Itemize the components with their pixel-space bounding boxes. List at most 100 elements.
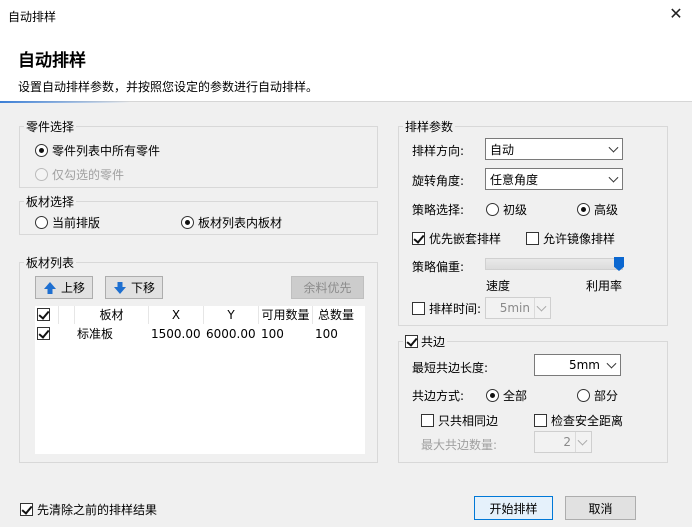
cancel-label: 取消: [588, 501, 613, 516]
cell-available: 100: [261, 327, 284, 341]
surplus-first-button[interactable]: 余料优先: [291, 276, 364, 299]
arrow-up-icon: [43, 281, 56, 294]
checkbox-indicator: [20, 503, 33, 516]
move-up-label: 上移: [60, 281, 85, 295]
min-length-select[interactable]: 5mm: [534, 354, 621, 376]
nesting-params-legend: 排样参数: [405, 120, 454, 134]
rotation-label: 旋转角度:: [412, 174, 465, 188]
direction-value: 自动: [490, 142, 515, 157]
radio-sheet-list[interactable]: 板材列表内板材: [181, 214, 282, 231]
table-row[interactable]: 标准板 1500.00 6000.00 100 100: [35, 325, 365, 343]
surplus-first-label: 余料优先: [303, 281, 352, 295]
radio-label: 仅勾选的零件: [52, 168, 125, 182]
header-checkbox-cell: [35, 306, 59, 324]
checkbox-indicator: [412, 302, 425, 315]
radio-all-parts[interactable]: 零件列表中所有零件: [35, 142, 160, 159]
radio-checked-parts[interactable]: 仅勾选的零件: [35, 166, 124, 183]
arrow-down-icon: [113, 281, 126, 294]
checkbox-label: 允许镜像排样: [543, 232, 616, 246]
checkbox-label: 排样时间:: [429, 302, 482, 316]
clear-previous-checkbox[interactable]: 先清除之前的排样结果: [20, 501, 157, 518]
column-header-available[interactable]: 可用数量: [259, 306, 313, 324]
radio-edge-partial[interactable]: 部分: [577, 387, 618, 404]
column-header-sheet: [59, 306, 75, 324]
rotation-value: 任意角度: [490, 172, 539, 187]
common-edge-checkbox[interactable]: [405, 335, 418, 348]
check-safe-distance-checkbox[interactable]: 检查安全距离: [534, 412, 623, 429]
checkbox-indicator: [412, 232, 425, 245]
dialog-header: 自动排样 设置自动排样参数，并按照您设定的参数进行自动排样。: [0, 30, 692, 102]
start-nesting-label: 开始排样: [489, 501, 538, 516]
radio-edge-all[interactable]: 全部: [486, 387, 527, 404]
select-all-checkbox[interactable]: [37, 308, 50, 321]
move-down-button[interactable]: 下移: [105, 276, 163, 299]
sheet-table: 板材 X Y 可用数量 总数量 标准板 1500.00 6000.00 100 …: [35, 306, 365, 454]
strategy-bias-slider[interactable]: [485, 258, 623, 270]
rotation-select[interactable]: 任意角度: [485, 168, 623, 190]
checkbox-label: 优先嵌套排样: [429, 232, 502, 246]
cancel-button[interactable]: 取消: [565, 496, 636, 520]
row-checkbox[interactable]: [37, 327, 50, 340]
cell-y: 6000.00: [206, 327, 256, 341]
radio-label: 高级: [594, 203, 619, 217]
nesting-time-select[interactable]: 5min: [485, 297, 551, 319]
move-down-label: 下移: [130, 281, 155, 295]
bias-label: 策略偏重:: [412, 260, 465, 274]
checkbox-indicator: [526, 232, 539, 245]
sheet-list-legend: 板材列表: [26, 256, 75, 270]
bias-utilization-label: 利用率: [586, 279, 623, 293]
nesting-time-checkbox[interactable]: 排样时间:: [412, 300, 481, 317]
radio-indicator: [35, 216, 48, 229]
start-nesting-button[interactable]: 开始排样: [474, 496, 553, 520]
min-length-label: 最短共边长度:: [412, 361, 489, 375]
close-icon[interactable]: ✕: [664, 4, 688, 26]
column-header-sheet-name[interactable]: 板材: [75, 306, 149, 324]
common-edge-legend[interactable]: 共边: [403, 333, 447, 350]
column-header-total[interactable]: 总数量: [313, 306, 359, 324]
radio-strategy-advanced[interactable]: 高级: [577, 201, 618, 218]
direction-select[interactable]: 自动: [485, 138, 623, 160]
allow-mirror-checkbox[interactable]: 允许镜像排样: [526, 230, 615, 247]
radio-label: 当前排版: [52, 216, 101, 230]
move-up-button[interactable]: 上移: [35, 276, 93, 299]
max-count-label: 最大共边数量:: [421, 438, 498, 452]
same-edge-only-checkbox[interactable]: 只共相同边: [421, 412, 498, 429]
checkbox-label: 只共相同边: [438, 414, 499, 428]
title-bar: 自动排样 ✕: [0, 0, 692, 30]
radio-indicator: [35, 168, 48, 181]
cell-total: 100: [315, 327, 338, 341]
strategy-label: 策略选择:: [412, 203, 465, 217]
column-header-x[interactable]: X: [149, 306, 204, 324]
radio-label: 部分: [594, 389, 619, 403]
radio-label: 全部: [503, 389, 528, 403]
edge-mode-label: 共边方式:: [412, 389, 465, 403]
bias-speed-label: 速度: [486, 279, 511, 293]
common-edge-label: 共边: [421, 335, 446, 349]
radio-indicator: [181, 216, 194, 229]
radio-label: 零件列表中所有零件: [52, 144, 161, 158]
radio-label: 初级: [503, 203, 528, 217]
checkbox-indicator: [421, 414, 434, 427]
checkbox-label: 先清除之前的排样结果: [37, 503, 158, 517]
cell-x: 1500.00: [151, 327, 201, 341]
radio-label: 板材列表内板材: [198, 216, 283, 230]
direction-label: 排样方向:: [412, 144, 465, 158]
radio-indicator: [577, 203, 590, 216]
nest-first-checkbox[interactable]: 优先嵌套排样: [412, 230, 501, 247]
checkbox-indicator: [534, 414, 547, 427]
parts-selection-legend: 零件选择: [26, 120, 75, 134]
radio-current-layout[interactable]: 当前排版: [35, 214, 100, 231]
window-title: 自动排样: [8, 10, 57, 24]
cell-sheet-name: 标准板: [77, 327, 114, 341]
radio-strategy-basic[interactable]: 初级: [486, 201, 527, 218]
radio-indicator: [486, 389, 499, 402]
dialog-title: 自动排样: [18, 51, 86, 71]
radio-indicator: [486, 203, 499, 216]
sheet-selection-legend: 板材选择: [26, 195, 75, 209]
column-header-y[interactable]: Y: [204, 306, 259, 324]
dialog-subtitle: 设置自动排样参数，并按照您设定的参数进行自动排样。: [18, 80, 319, 94]
checkbox-label: 检查安全距离: [551, 414, 624, 428]
max-count-select[interactable]: 2: [534, 431, 592, 453]
radio-indicator: [35, 144, 48, 157]
header-accent-line: [0, 101, 130, 103]
